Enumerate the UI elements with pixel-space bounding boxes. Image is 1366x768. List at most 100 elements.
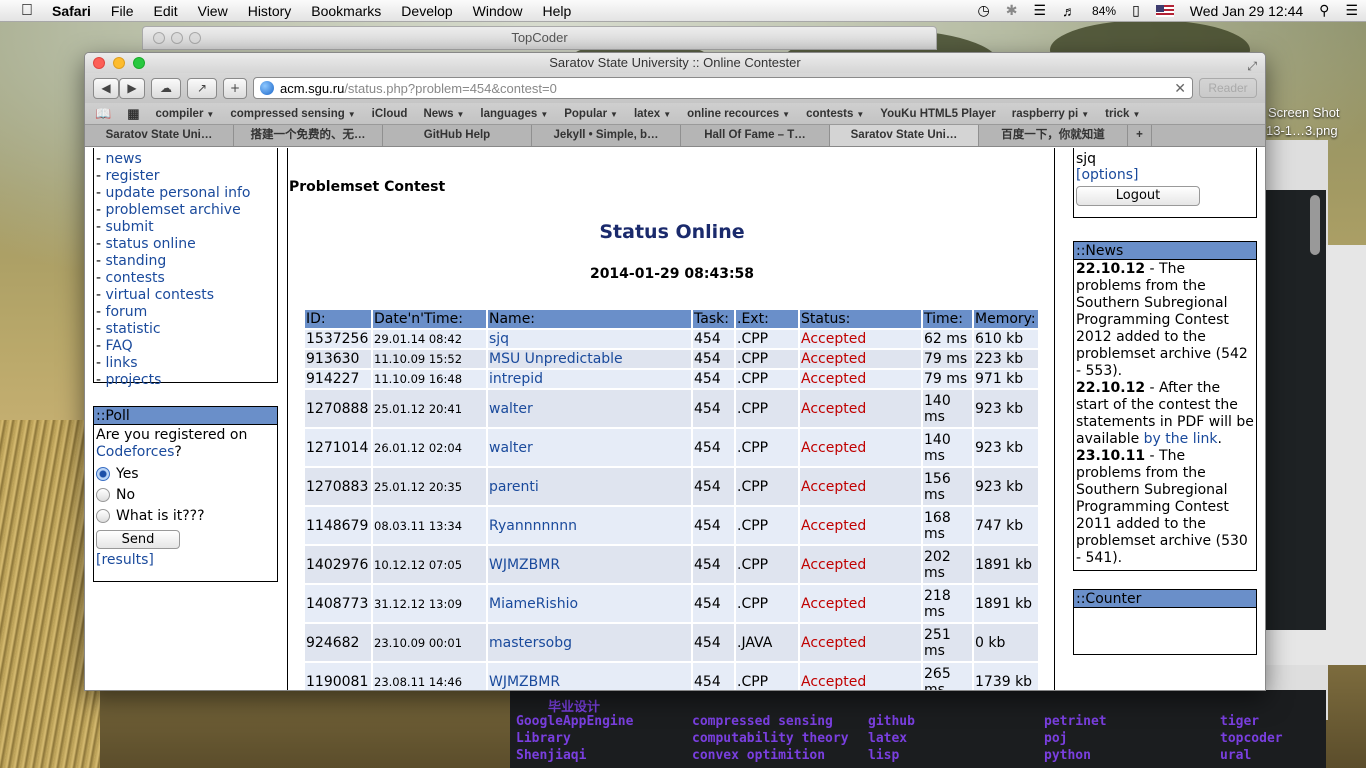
- nav-link-faq[interactable]: FAQ: [106, 338, 133, 354]
- nav-link-submit[interactable]: submit: [106, 219, 154, 235]
- radio-button[interactable]: [96, 508, 110, 523]
- apple-menu-icon[interactable]: : [16, 2, 38, 20]
- time-machine-icon[interactable]: ◷: [978, 2, 990, 19]
- clear-url-icon[interactable]: ✕: [1174, 80, 1186, 97]
- scrollbar[interactable]: [1310, 195, 1320, 255]
- nav-link-register[interactable]: register: [106, 168, 160, 184]
- bookmark-news[interactable]: News ▼: [423, 108, 464, 120]
- send-button[interactable]: Send: [96, 530, 180, 549]
- nav-link-statistic[interactable]: statistic: [106, 321, 161, 337]
- nav-link-status-online[interactable]: status online: [106, 236, 196, 252]
- minimize-button[interactable]: [113, 57, 125, 69]
- top-sites-icon[interactable]: ▦: [127, 106, 139, 122]
- cell-id[interactable]: 1271014: [305, 429, 371, 466]
- cell-id[interactable]: 1270883: [305, 468, 371, 505]
- cell-id[interactable]: 1537256: [305, 330, 371, 348]
- bookmark-compressed-sensing[interactable]: compressed sensing ▼: [230, 108, 355, 120]
- cell-id[interactable]: 913630: [305, 350, 371, 368]
- bookmark-contests[interactable]: contests ▼: [806, 108, 864, 120]
- nav-link-contests[interactable]: contests: [106, 270, 165, 286]
- menu-develop[interactable]: Develop: [401, 3, 452, 19]
- cell-id[interactable]: 1148679: [305, 507, 371, 544]
- desktop-file-label[interactable]: 13-1…3.png: [1266, 123, 1338, 138]
- bookmark-raspberry-pi[interactable]: raspberry pi ▼: [1012, 108, 1089, 120]
- share-button[interactable]: ↗: [187, 77, 217, 99]
- nav-link-problemset[interactable]: problemset archive: [106, 202, 241, 218]
- cell-name[interactable]: MiameRishio: [488, 585, 691, 622]
- background-window-titlebar[interactable]: TopCoder: [142, 26, 937, 50]
- spotlight-search-icon[interactable]: ⚲: [1319, 2, 1329, 19]
- cell-name[interactable]: WJMZBMR: [488, 663, 691, 690]
- radio-button[interactable]: [96, 487, 110, 502]
- address-bar[interactable]: acm.sgu.ru /status.php?problem=454&conte…: [253, 77, 1193, 99]
- bookmark-trick[interactable]: trick ▼: [1105, 108, 1140, 120]
- menu-edit[interactable]: Edit: [153, 3, 177, 19]
- nav-link-news[interactable]: news: [106, 151, 142, 167]
- cell-id[interactable]: 924682: [305, 624, 371, 661]
- tab-github-help[interactable]: GitHub Help: [383, 125, 532, 146]
- menu-app-name[interactable]: Safari: [52, 3, 91, 19]
- codeforces-link[interactable]: Codeforces: [96, 444, 174, 460]
- reader-button[interactable]: Reader: [1199, 78, 1257, 98]
- poll-option-yes[interactable]: Yes: [94, 463, 277, 484]
- menu-help[interactable]: Help: [542, 3, 571, 19]
- cell-id[interactable]: 1190081: [305, 663, 371, 690]
- tab-jekyll[interactable]: Jekyll • Simple, b…: [532, 125, 681, 146]
- clock[interactable]: Wed Jan 29 12:44: [1190, 3, 1303, 19]
- poll-option-what[interactable]: What is it???: [94, 505, 277, 526]
- cell-name[interactable]: sjq: [488, 330, 691, 348]
- menu-bookmarks[interactable]: Bookmarks: [311, 3, 381, 19]
- nav-link-projects[interactable]: projects: [106, 372, 162, 388]
- tab-hall-of-fame[interactable]: Hall Of Fame – T…: [681, 125, 830, 146]
- logout-button[interactable]: Logout: [1076, 186, 1200, 206]
- radio-button[interactable]: [96, 466, 110, 481]
- nav-link-update-info[interactable]: update personal info: [106, 185, 251, 201]
- notification-center-icon[interactable]: ☰: [1345, 2, 1358, 19]
- poll-option-no[interactable]: No: [94, 484, 277, 505]
- results-link[interactable]: [results]: [96, 552, 154, 568]
- cell-name[interactable]: mastersobg: [488, 624, 691, 661]
- close-button[interactable]: [93, 57, 105, 69]
- options-link[interactable]: [options]: [1076, 167, 1139, 183]
- cell-name[interactable]: parenti: [488, 468, 691, 505]
- tab-chinese-blog[interactable]: 搭建一个免费的、无…: [234, 125, 383, 146]
- cell-name[interactable]: WJMZBMR: [488, 546, 691, 583]
- bookmark-languages[interactable]: languages ▼: [480, 108, 548, 120]
- cell-name[interactable]: intrepid: [488, 370, 691, 388]
- volume-icon[interactable]: ♬: [1062, 3, 1076, 19]
- new-tab-button[interactable]: +: [223, 77, 247, 99]
- news-pdf-link[interactable]: by the link: [1144, 431, 1218, 447]
- back-button[interactable]: ◀: [93, 77, 119, 99]
- cell-name[interactable]: walter: [488, 429, 691, 466]
- bookmark-online-recources[interactable]: online recources ▼: [687, 108, 790, 120]
- bookmark-icloud[interactable]: iCloud: [372, 108, 408, 120]
- forward-button[interactable]: ▶: [119, 77, 145, 99]
- add-tab-icon[interactable]: +: [1128, 125, 1152, 146]
- bookmark-latex[interactable]: latex ▼: [634, 108, 671, 120]
- bookmark-youku[interactable]: YouKu HTML5 Player: [880, 108, 995, 120]
- bookmark-compiler[interactable]: compiler ▼: [155, 108, 214, 120]
- cell-id[interactable]: 1402976: [305, 546, 371, 583]
- desktop-file-label[interactable]: Screen Shot: [1268, 105, 1340, 120]
- cell-name[interactable]: Ryannnnnnn: [488, 507, 691, 544]
- menu-history[interactable]: History: [248, 3, 292, 19]
- fullscreen-icon[interactable]: ⤢: [1247, 56, 1257, 76]
- zoom-button[interactable]: [133, 57, 145, 69]
- battery-percent[interactable]: 84%: [1092, 4, 1116, 18]
- bookmark-popular[interactable]: Popular ▼: [564, 108, 618, 120]
- menu-view[interactable]: View: [198, 3, 228, 19]
- menu-file[interactable]: File: [111, 3, 134, 19]
- input-source-flag-icon[interactable]: [1155, 4, 1174, 17]
- reading-list-icon[interactable]: 📖: [95, 106, 111, 122]
- cell-name[interactable]: walter: [488, 390, 691, 427]
- tab-saratov-active[interactable]: Saratov State Uni…: [830, 125, 979, 146]
- nav-link-forum[interactable]: forum: [106, 304, 148, 320]
- nav-link-links[interactable]: links: [106, 355, 138, 371]
- bluetooth-icon[interactable]: ✱: [1006, 2, 1018, 19]
- cell-id[interactable]: 1408773: [305, 585, 371, 622]
- nav-link-virtual-contests[interactable]: virtual contests: [106, 287, 215, 303]
- tab-saratov-1[interactable]: Saratov State Uni…: [85, 125, 234, 146]
- window-titlebar[interactable]: Saratov State University :: Online Conte…: [85, 53, 1265, 73]
- tab-baidu[interactable]: 百度一下，你就知道: [979, 125, 1128, 146]
- cell-name[interactable]: MSU Unpredictable: [488, 350, 691, 368]
